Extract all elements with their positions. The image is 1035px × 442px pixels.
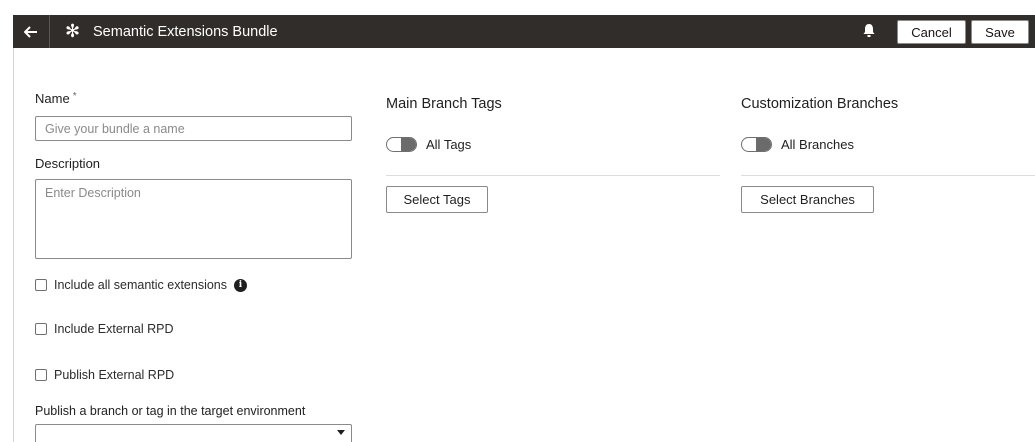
all-branches-toggle[interactable]	[741, 137, 772, 152]
description-textarea[interactable]: Enter Description	[35, 179, 352, 259]
snowflake-icon: ✻	[65, 21, 81, 41]
select-branches-button[interactable]: Select Branches	[741, 186, 874, 213]
publish-branch-label: Publish a branch or tag in the target en…	[35, 404, 306, 418]
include-rpd-label: Include External RPD	[54, 322, 174, 336]
caret-down-icon	[337, 430, 345, 435]
name-label-text: Name	[35, 91, 70, 106]
required-mark: *	[72, 91, 77, 102]
include-all-row: Include all semantic extensions i	[35, 278, 248, 292]
publish-rpd-label: Publish External RPD	[54, 368, 175, 382]
arrow-left-icon	[24, 25, 37, 38]
name-placeholder: Give your bundle a name	[45, 122, 185, 136]
top-bar: ✻ Semantic Extensions Bundle Cancel Save	[13, 15, 1035, 48]
toggle-knob	[756, 138, 771, 151]
branches-divider	[741, 175, 1035, 176]
cancel-button[interactable]: Cancel	[897, 20, 966, 44]
description-placeholder: Enter Description	[45, 186, 141, 200]
page-title: Semantic Extensions Bundle	[93, 24, 278, 40]
all-tags-toggle[interactable]	[386, 137, 417, 152]
all-branches-label: All Branches	[781, 137, 854, 152]
toggle-knob	[401, 138, 416, 151]
tags-section-title: Main Branch Tags	[386, 96, 502, 112]
publish-rpd-row: Publish External RPD	[35, 368, 174, 382]
name-input[interactable]: Give your bundle a name	[35, 116, 352, 141]
branches-section-title: Customization Branches	[741, 96, 899, 112]
back-button[interactable]	[13, 15, 49, 48]
select-tags-button[interactable]: Select Tags	[386, 186, 488, 213]
all-branches-row: All Branches	[741, 137, 854, 152]
panel-edge	[13, 48, 14, 442]
save-button[interactable]: Save	[971, 20, 1029, 44]
include-all-label: Include all semantic extensions	[54, 278, 228, 292]
bell-icon	[863, 24, 875, 37]
include-rpd-checkbox[interactable]	[35, 323, 47, 335]
all-tags-label: All Tags	[426, 137, 472, 152]
publish-branch-select[interactable]	[35, 424, 352, 442]
publish-rpd-checkbox[interactable]	[35, 369, 47, 381]
tags-divider	[386, 175, 720, 176]
description-label: Description	[35, 156, 101, 171]
info-icon[interactable]: i	[234, 278, 248, 292]
include-rpd-row: Include External RPD	[35, 322, 174, 336]
name-label: Name *	[35, 91, 77, 106]
notification-button[interactable]	[861, 22, 877, 40]
all-tags-row: All Tags	[386, 137, 471, 152]
header-separator	[49, 15, 50, 48]
include-all-checkbox[interactable]	[35, 279, 47, 291]
